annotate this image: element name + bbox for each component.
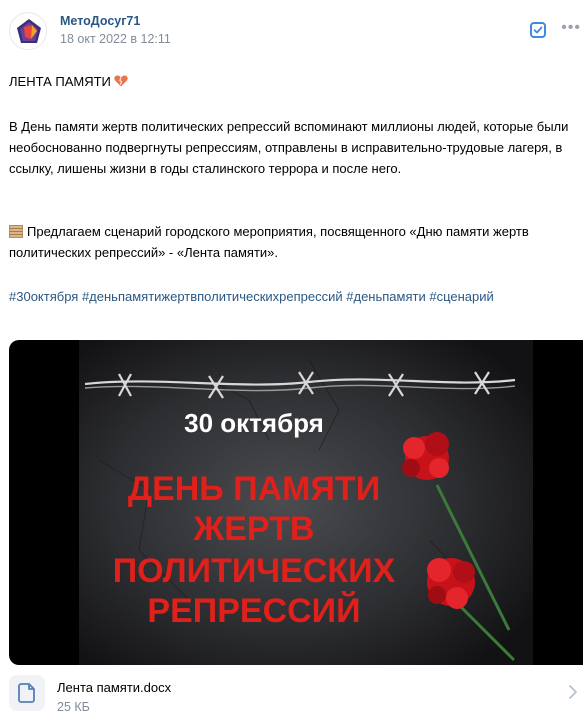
hashtag-link[interactable]: #сценарий (429, 289, 493, 304)
pentagon-logo-icon (11, 14, 46, 49)
author-avatar[interactable] (9, 12, 47, 50)
chevron-right-icon[interactable] (567, 684, 579, 700)
post-image[interactable]: 30 октября ДЕНЬ ПАМЯТИ ЖЕРТВ ПОЛИТИЧЕСКИ… (9, 340, 583, 665)
hashtag-link[interactable]: #деньпамятижертвполитическихрепрессий (82, 289, 343, 304)
hashtag-link[interactable]: #30октября (9, 289, 78, 304)
document-icon (9, 675, 45, 711)
more-horizontal-icon[interactable]: ••• (561, 20, 581, 36)
post-title-text: ЛЕНТА ПАМЯТИ (9, 74, 111, 89)
poster-date-text: 30 октября (184, 408, 324, 438)
hashtag-link[interactable]: #деньпамяти (346, 289, 425, 304)
post-title-line: ЛЕНТА ПАМЯТИ (9, 71, 577, 92)
poster-title-line: РЕПРЕССИЙ (147, 591, 360, 630)
hashtags: #30октября #деньпамятижертвполитическихр… (9, 286, 577, 307)
post-paragraph-2: Предлагаем сценарий городского мероприят… (9, 221, 577, 263)
poster-title-line: ДЕНЬ ПАМЯТИ (128, 470, 380, 508)
poster-title-line: ЖЕРТВ (193, 510, 315, 548)
poster-graphic: 30 октября ДЕНЬ ПАМЯТИ ЖЕРТВ ПОЛИТИЧЕСКИ… (79, 340, 533, 665)
poster-title-line: ПОЛИТИЧЕСКИХ (113, 552, 396, 590)
post-header: МетоДосуг71 18 окт 2022 в 12:11 ••• (9, 12, 583, 52)
doc-name[interactable]: Лента памяти.docx (57, 680, 171, 695)
post-paragraph-1: В День памяти жертв политических репресс… (9, 119, 569, 176)
doc-size: 25 КБ (57, 700, 90, 714)
doc-attachment[interactable]: Лента памяти.docx 25 КБ (9, 673, 583, 714)
author-name[interactable]: МетоДосуг71 (60, 14, 140, 28)
broken-heart-icon (114, 75, 128, 87)
post-paragraph-2-text: Предлагаем сценарий городского мероприят… (9, 224, 529, 260)
checkbox-icon[interactable] (530, 22, 546, 38)
scroll-icon (9, 225, 23, 238)
post-date[interactable]: 18 окт 2022 в 12:11 (60, 32, 171, 46)
